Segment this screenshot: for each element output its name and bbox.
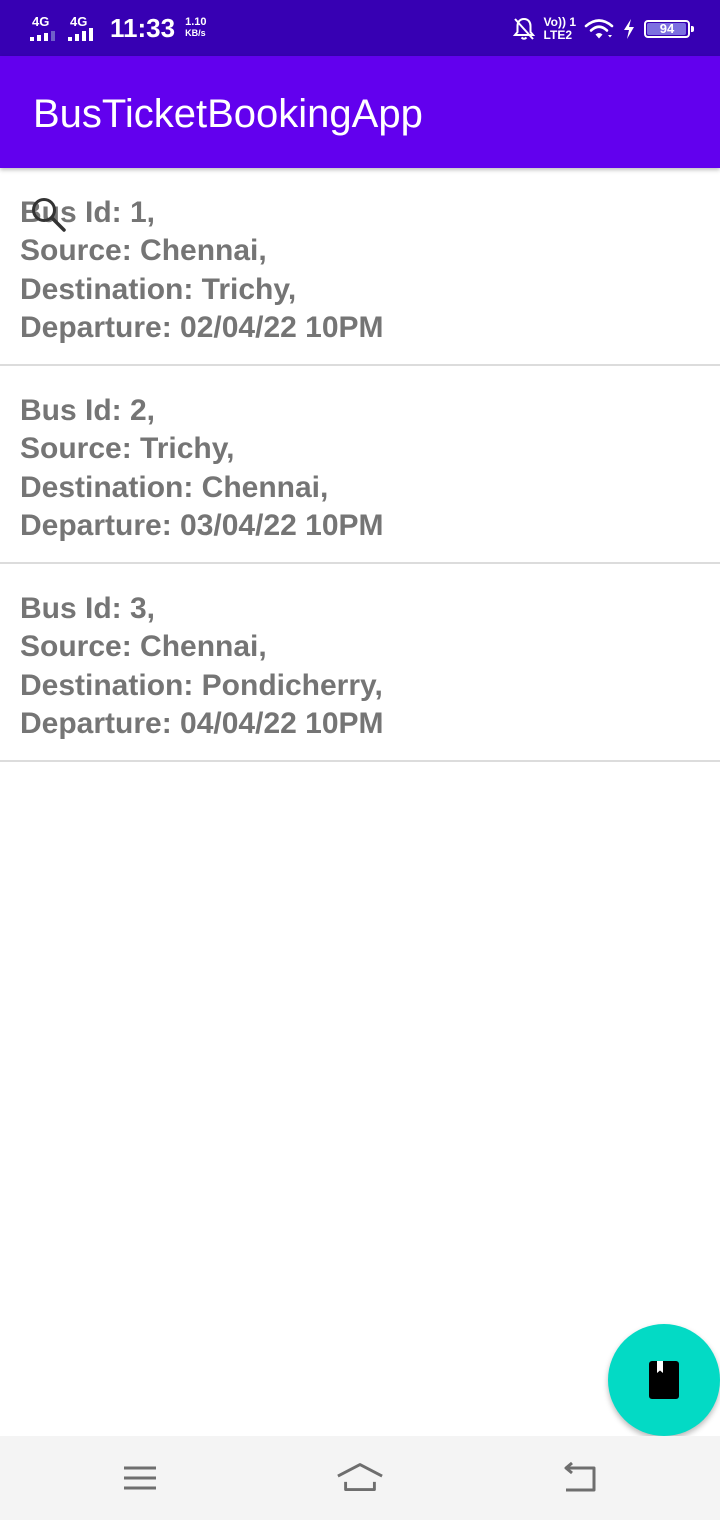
bus-item-text: Bus Id: 3, Source: Chennai, Destination:… bbox=[20, 590, 384, 743]
book-ticket-fab[interactable] bbox=[608, 1324, 720, 1436]
bus-id: Bus Id: 3, bbox=[20, 592, 156, 625]
bus-destination: Destination: Pondicherry, bbox=[20, 668, 383, 702]
signal-2-icon bbox=[68, 28, 93, 41]
wifi-icon bbox=[584, 19, 614, 39]
status-bar: 4G 4G 11:33 1.10 KB/s Vo)) 1 LTE2 94 bbox=[0, 0, 720, 56]
bus-departure: Departure: 03/04/22 10PM bbox=[20, 508, 384, 542]
network-2-label: 4G bbox=[70, 14, 88, 29]
status-right: Vo)) 1 LTE2 94 bbox=[512, 12, 694, 46]
back-icon bbox=[564, 1462, 596, 1492]
bus-item-text: Bus Id: 2, Source: Trichy, Destination: … bbox=[20, 392, 384, 545]
volte-indicator: Vo)) 1 LTE2 bbox=[544, 16, 576, 42]
home-button[interactable] bbox=[336, 1454, 384, 1502]
screen: 4G 4G 11:33 1.10 KB/s Vo)) 1 LTE2 94 Bus… bbox=[0, 0, 720, 1520]
speed-value: 1.10 bbox=[185, 16, 207, 28]
battery-level: 94 bbox=[659, 21, 675, 36]
volte-bottom: LTE2 bbox=[543, 28, 572, 42]
bus-id: Bus Id: 2, bbox=[20, 394, 156, 427]
bus-list-item-3[interactable]: Bus Id: 3, Source: Chennai, Destination:… bbox=[0, 564, 720, 762]
bus-source: Source: Chennai, bbox=[20, 234, 267, 268]
bell-off-icon bbox=[512, 17, 535, 40]
bus-list-item-2[interactable]: Bus Id: 2, Source: Trichy, Destination: … bbox=[0, 366, 720, 564]
bus-source: Source: Chennai, bbox=[20, 630, 267, 664]
bus-list: Bus Id: 1, Source: Chennai, Destination:… bbox=[0, 168, 720, 762]
network-1: 4G bbox=[30, 13, 62, 43]
bus-list-item-1[interactable]: Bus Id: 1, Source: Chennai, Destination:… bbox=[0, 168, 720, 366]
search-icon[interactable] bbox=[28, 194, 68, 234]
battery-icon: 94 bbox=[644, 20, 694, 38]
bus-source: Source: Trichy, bbox=[20, 432, 235, 466]
network-1-label: 4G bbox=[32, 14, 50, 29]
app-bar: BusTicketBookingApp bbox=[0, 56, 720, 168]
clock: 11:33 bbox=[110, 13, 176, 43]
bus-destination: Destination: Chennai, bbox=[20, 470, 329, 504]
menu-icon bbox=[124, 1466, 156, 1490]
network-2: 4G bbox=[68, 13, 100, 43]
bus-id: Bus Id: 1, bbox=[20, 196, 156, 229]
battery-tip bbox=[691, 26, 694, 32]
bus-item-text: Bus Id: 1, Source: Chennai, Destination:… bbox=[20, 194, 384, 347]
status-left: 4G 4G 11:33 1.10 KB/s bbox=[30, 10, 207, 46]
home-icon bbox=[337, 1463, 383, 1491]
app-title: BusTicketBookingApp bbox=[33, 92, 423, 136]
bus-departure: Departure: 04/04/22 10PM bbox=[20, 706, 384, 740]
back-button[interactable] bbox=[556, 1454, 604, 1502]
book-icon bbox=[649, 1361, 679, 1399]
speed-unit: KB/s bbox=[185, 28, 206, 38]
network-speed: 1.10 KB/s bbox=[185, 17, 206, 39]
bus-departure: Departure: 02/04/22 10PM bbox=[20, 310, 384, 344]
bus-destination: Destination: Trichy, bbox=[20, 272, 297, 306]
menu-button[interactable] bbox=[116, 1454, 164, 1502]
navigation-bar bbox=[0, 1436, 720, 1520]
charging-icon bbox=[624, 19, 634, 39]
signal-1-icon bbox=[30, 31, 55, 41]
